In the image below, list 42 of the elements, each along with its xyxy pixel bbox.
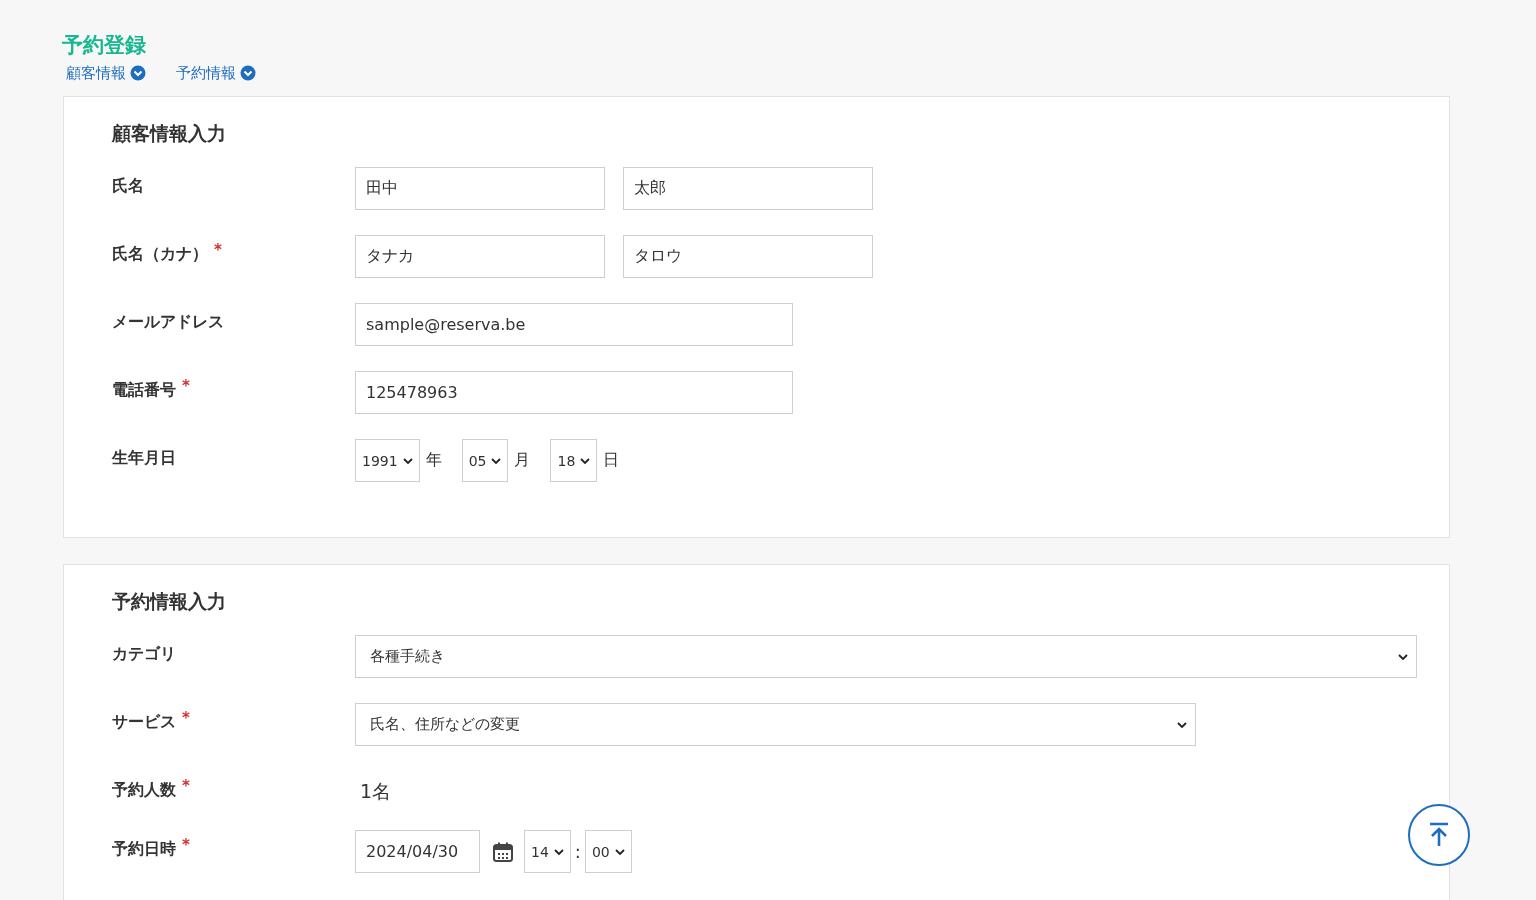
select-dropdown[interactable]: 14 bbox=[524, 830, 571, 873]
chevron-down-icon bbox=[130, 65, 146, 81]
select-dropdown[interactable]: 氏名、住所などの変更 bbox=[355, 703, 1196, 746]
chevron-down-icon bbox=[240, 65, 256, 81]
select-dropdown[interactable]: 18 bbox=[550, 439, 598, 482]
select-dropdown[interactable]: 各種手続き bbox=[355, 635, 1417, 678]
field-label: サービス bbox=[112, 711, 176, 733]
date-field[interactable]: 2024/04/30 bbox=[355, 830, 480, 873]
unit-label: 月 bbox=[514, 450, 531, 471]
required-mark: * bbox=[214, 243, 222, 257]
required-mark: * bbox=[182, 379, 190, 393]
input-field[interactable]: sample@reserva.be bbox=[355, 303, 793, 346]
select-dropdown[interactable]: 1991 bbox=[355, 439, 420, 482]
required-mark: * bbox=[182, 779, 190, 793]
field-label: 予約人数 bbox=[112, 779, 176, 801]
calendar-icon[interactable] bbox=[492, 840, 514, 863]
field-label: 生年月日 bbox=[112, 447, 176, 469]
input-field[interactable]: 太郎 bbox=[623, 167, 873, 210]
select-dropdown[interactable]: 05 bbox=[461, 439, 509, 482]
input-field[interactable]: タナカ bbox=[355, 235, 605, 278]
page-title: 予約登録 bbox=[62, 32, 147, 59]
section-heading: 顧客情報入力 bbox=[112, 121, 227, 146]
section-link[interactable]: 予約情報 bbox=[176, 62, 256, 84]
field-label: メールアドレス bbox=[112, 311, 224, 333]
value-text: 1名 bbox=[359, 779, 392, 804]
select-dropdown[interactable]: 00 bbox=[584, 830, 632, 873]
field-label: 氏名 bbox=[112, 175, 144, 197]
unit-label: 年 bbox=[425, 450, 442, 471]
field-label: 氏名（カナ） bbox=[112, 243, 208, 265]
field-label: 予約日時 bbox=[112, 838, 176, 860]
input-field[interactable]: 125478963 bbox=[355, 371, 793, 414]
unit-label: 日 bbox=[603, 450, 620, 471]
field-label: 電話番号 bbox=[112, 379, 176, 401]
required-mark: * bbox=[182, 711, 190, 725]
arrow-up-icon bbox=[1427, 822, 1451, 848]
section-heading: 予約情報入力 bbox=[112, 589, 227, 614]
input-field[interactable]: タロウ bbox=[623, 235, 873, 278]
field-label: カテゴリ bbox=[112, 643, 176, 665]
section-link[interactable]: 顧客情報 bbox=[66, 62, 146, 84]
time-separator: : bbox=[574, 841, 581, 862]
input-field[interactable]: 田中 bbox=[355, 167, 605, 210]
required-mark: * bbox=[182, 838, 190, 852]
